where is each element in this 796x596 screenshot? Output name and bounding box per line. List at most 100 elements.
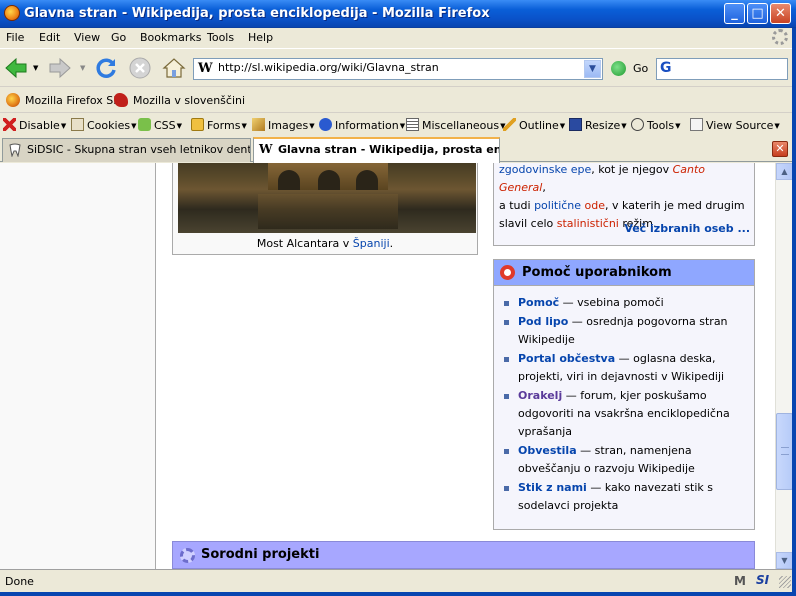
- devbar-label: Cookies: [87, 119, 131, 132]
- window-title-bar[interactable]: Glavna stran - Wikipedija, prosta encikl…: [0, 0, 796, 28]
- list-item-desc: — vsebina pomoči: [559, 296, 664, 309]
- devbar-css[interactable]: CSS▼: [138, 118, 182, 132]
- help-box: Pomoč uporabnikom Pomoč — vsebina pomoči…: [493, 259, 755, 530]
- caption-text: Most Alcantara v: [256, 237, 353, 250]
- bullet: [504, 357, 509, 362]
- link-pomoc[interactable]: Pomoč: [518, 296, 559, 309]
- images-icon: [252, 118, 265, 131]
- list-item: Orakelj — forum, kjer poskušamo odgovori…: [500, 387, 750, 441]
- menu-go[interactable]: Go: [111, 31, 126, 44]
- menu-help[interactable]: Help: [248, 31, 273, 44]
- link-vec-izbranih-oseb[interactable]: Več izbranih oseb ...: [624, 222, 750, 235]
- devbar-label: Images: [268, 119, 309, 132]
- devbar-disable[interactable]: Disable▼: [3, 118, 66, 132]
- devbar-label: Disable: [19, 119, 60, 132]
- back-arrow-icon[interactable]: [4, 56, 28, 80]
- devbar-outline[interactable]: Outline▼: [503, 118, 565, 132]
- link-ode[interactable]: ode: [585, 199, 605, 212]
- outline-icon: [503, 118, 516, 131]
- devbar-label: Information: [335, 119, 399, 132]
- go-button[interactable]: Go: [611, 60, 651, 78]
- tab-sidsic[interactable]: SiDSIC - Skupna stran vseh letnikov dent…: [2, 138, 251, 162]
- bullet: [504, 449, 509, 454]
- devbar-resize[interactable]: Resize▼: [569, 118, 627, 132]
- close-tab-button[interactable]: ✕: [772, 141, 788, 157]
- forms-icon: [191, 118, 204, 131]
- lifebuoy-icon: [500, 265, 515, 280]
- minimize-button[interactable]: _: [724, 3, 745, 24]
- devbar-miscellaneous[interactable]: Miscellaneous▼: [406, 118, 506, 132]
- list-item: Pod lipo — osrednja pogovorna stran Wiki…: [500, 313, 750, 349]
- featured-person-box: zgodovinske epe, kot je njegov Canto Gen…: [493, 163, 755, 246]
- scroll-up-button[interactable]: ▲: [776, 163, 793, 180]
- devbar-information[interactable]: Information▼: [319, 118, 405, 132]
- link-zgodovinske-epe[interactable]: zgodovinske epe: [499, 163, 591, 176]
- menu-bar: File Edit View Go Bookmarks Tools Help: [0, 28, 796, 48]
- bookmark-mozilla-v-slovenscini[interactable]: Mozilla v slovenščini: [114, 93, 245, 107]
- tab-label: SiDSIC - Skupna stran vseh letnikov dent…: [27, 143, 250, 156]
- window-frame-bottom: [0, 592, 796, 596]
- wikipedia-favicon-icon: W: [259, 142, 273, 156]
- link-obvestila[interactable]: Obvestila: [518, 444, 577, 457]
- url-bar[interactable]: W ▼: [193, 58, 603, 80]
- alcantara-bridge-photo[interactable]: [178, 163, 476, 233]
- maximize-button[interactable]: □: [747, 3, 768, 24]
- bookmarks-toolbar: Mozilla Firefox SI Mozilla v slovenščini: [0, 86, 796, 112]
- link-politicne[interactable]: politične: [534, 199, 581, 212]
- link-pod-lipo[interactable]: Pod lipo: [518, 315, 568, 328]
- stop-icon[interactable]: [128, 56, 152, 80]
- scrollbar-thumb[interactable]: [776, 413, 793, 490]
- menu-edit[interactable]: Edit: [39, 31, 60, 44]
- m-extension-icon[interactable]: M: [734, 574, 750, 588]
- help-box-title: Pomoč uporabnikom: [522, 265, 672, 280]
- miscellaneous-icon: [406, 118, 419, 131]
- url-dropdown-icon[interactable]: ▼: [584, 60, 601, 78]
- picture-caption: Most Alcantara v Španiji.: [173, 237, 477, 250]
- menu-bookmarks[interactable]: Bookmarks: [140, 31, 201, 44]
- devbar-forms[interactable]: Forms▼: [191, 118, 247, 132]
- close-window-button[interactable]: ✕: [770, 3, 791, 24]
- scroll-down-button[interactable]: ▼: [776, 552, 793, 569]
- devbar-view-source[interactable]: View Source▼: [690, 118, 780, 132]
- link-portal-obcestva[interactable]: Portal občestva: [518, 352, 615, 365]
- go-label: Go: [633, 62, 649, 75]
- url-input[interactable]: [218, 61, 578, 74]
- forward-arrow-icon[interactable]: [48, 56, 72, 80]
- menu-file[interactable]: File: [6, 31, 24, 44]
- window-frame-right: [792, 28, 796, 596]
- wiki-main: Most Alcantara v Španiji. zgodovinske ep…: [157, 163, 775, 569]
- text: slavil celo: [499, 217, 557, 230]
- si-extension-icon[interactable]: SI: [756, 573, 776, 588]
- tab-glavna-stran[interactable]: W Glavna stran - Wikipedija, prosta enc.…: [253, 137, 500, 163]
- view-source-icon: [690, 118, 703, 131]
- caption-end: .: [389, 237, 394, 250]
- bookmark-mozilla-firefox-si[interactable]: Mozilla Firefox SI: [6, 93, 117, 107]
- list-item: Obvestila — stran, namenjena obveščanju …: [500, 442, 750, 478]
- go-arrow-icon: [611, 61, 626, 76]
- link-orakelj[interactable]: Orakelj: [518, 389, 562, 402]
- link-spaniji[interactable]: Španiji: [353, 237, 390, 250]
- menu-view[interactable]: View: [74, 31, 100, 44]
- vertical-scrollbar[interactable]: ▲ ▼: [775, 163, 793, 569]
- tab-bar: SiDSIC - Skupna stran vseh letnikov dent…: [0, 136, 796, 163]
- help-list: Pomoč — vsebina pomoči Pod lipo — osredn…: [500, 294, 750, 516]
- menu-tools[interactable]: Tools: [207, 31, 234, 44]
- bridge-arch: [356, 170, 378, 190]
- devbar-cookies[interactable]: Cookies▼: [71, 118, 136, 132]
- devbar-tools[interactable]: Tools▼: [631, 118, 681, 132]
- home-icon[interactable]: [162, 56, 186, 80]
- back-dropdown-icon[interactable]: ▼: [33, 64, 38, 72]
- devbar-label: Tools: [647, 119, 675, 132]
- resize-grip-icon[interactable]: [779, 576, 791, 588]
- wikipedia-favicon-icon: W: [198, 61, 213, 76]
- reload-icon[interactable]: [94, 56, 118, 80]
- resize-icon: [569, 118, 582, 131]
- search-box[interactable]: G: [656, 58, 788, 80]
- link-stik-z-nami[interactable]: Stik z nami: [518, 481, 587, 494]
- window-title: Glavna stran - Wikipedija, prosta encikl…: [24, 6, 490, 21]
- link-stalinisticni[interactable]: stalinistični: [557, 217, 619, 230]
- devbar-images[interactable]: Images▼: [252, 118, 315, 132]
- google-icon: G: [660, 60, 672, 76]
- forward-dropdown-icon[interactable]: ▼: [80, 64, 85, 72]
- grip-icon: [781, 447, 789, 455]
